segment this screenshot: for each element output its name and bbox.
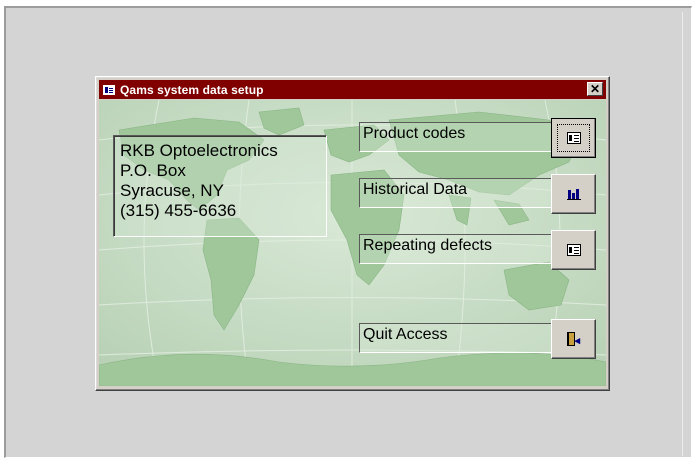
qams-setup-dialog: Qams system data setup ✕ RKB Optoelectro… — [95, 76, 610, 391]
repeating-defects-button[interactable] — [551, 230, 596, 270]
product-codes-button[interactable] — [551, 118, 596, 158]
dialog-title: Qams system data setup — [120, 82, 264, 97]
form-icon — [566, 244, 581, 256]
company-phone: (315) 455-6636 — [120, 201, 237, 220]
chart-icon — [566, 188, 581, 200]
historical-data-label: Historical Data — [359, 178, 552, 208]
product-codes-label: Product codes — [359, 122, 552, 152]
workspace-divider — [682, 12, 683, 456]
quit-access-button[interactable]: ◂ — [551, 319, 596, 359]
company-city: Syracuse, NY — [120, 181, 224, 200]
close-icon: ✕ — [589, 82, 601, 96]
quit-access-label: Quit Access — [359, 323, 552, 353]
company-address-box: RKB Optoelectronics P.O. Box Syracuse, N… — [113, 135, 327, 237]
dialog-titlebar[interactable]: Qams system data setup ✕ — [99, 80, 606, 99]
historical-data-button[interactable] — [551, 174, 596, 214]
company-name: RKB Optoelectronics — [120, 141, 278, 160]
form-icon — [566, 132, 581, 144]
exit-door-icon: ◂ — [566, 332, 582, 347]
close-button[interactable]: ✕ — [587, 82, 603, 96]
repeating-defects-label: Repeating defects — [359, 234, 552, 264]
company-po-box: P.O. Box — [120, 161, 186, 180]
world-map-background: RKB Optoelectronics P.O. Box Syracuse, N… — [99, 100, 606, 386]
form-window-icon — [103, 84, 115, 95]
